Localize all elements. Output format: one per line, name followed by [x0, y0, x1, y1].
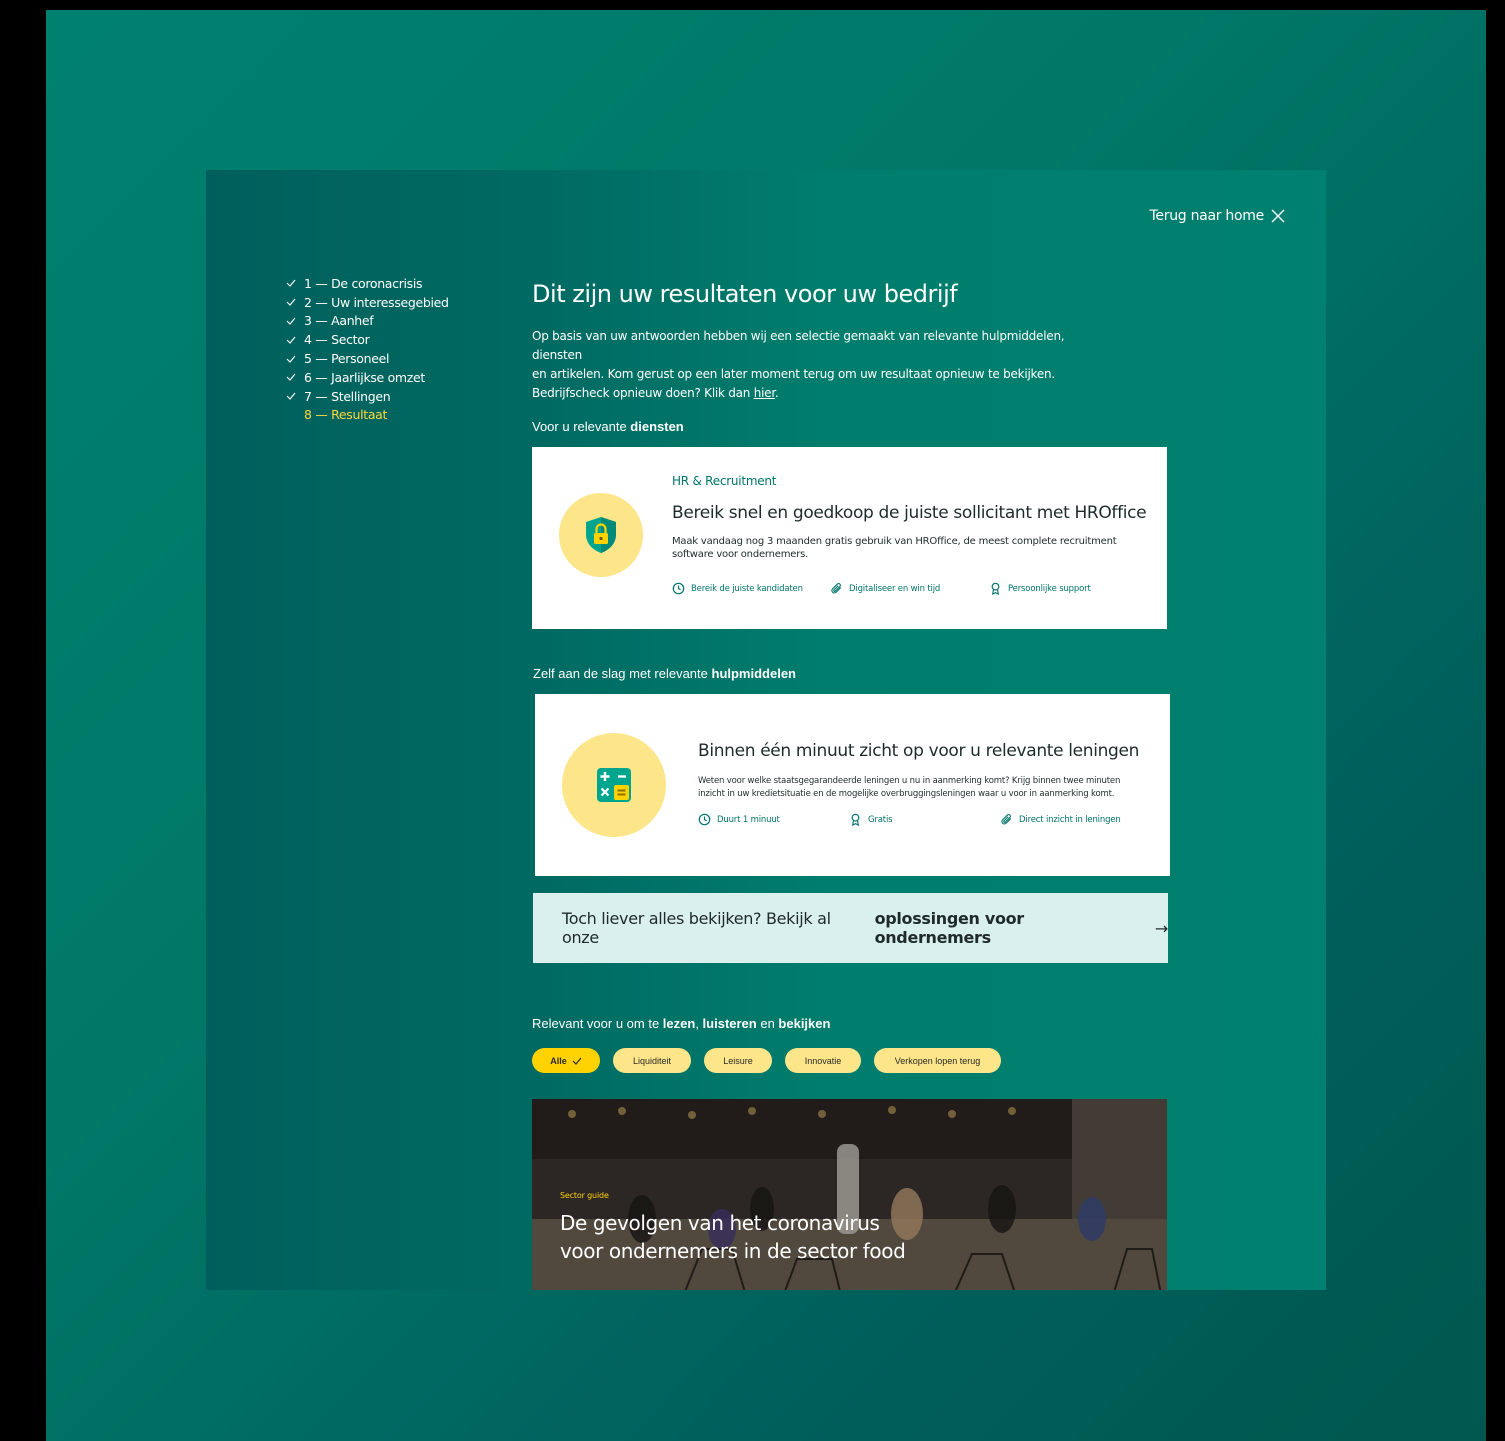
feature-item: Direct inzicht in leningen	[1000, 813, 1121, 826]
chip-label: Alle	[550, 1055, 567, 1066]
services-heading-bold: diensten	[630, 419, 684, 434]
step-label: 3 — Aanhef	[304, 313, 374, 329]
step-label: 8 — Resultaat	[304, 407, 388, 423]
feature-label: Direct inzicht in leningen	[1019, 814, 1121, 825]
article-title-line: voor ondernemers in de sector food	[560, 1239, 906, 1263]
article-title: De gevolgen van het coronavirus voor ond…	[560, 1209, 940, 1265]
calculator-icon	[597, 768, 631, 802]
article-title-line: De gevolgen van het coronavirus	[560, 1211, 880, 1235]
all-solutions-cta[interactable]: Toch liever alles bekijken? Bekijk al on…	[533, 893, 1168, 963]
intro-line: Op basis van uw antwoorden hebben wij ee…	[532, 329, 1065, 362]
step-item[interactable]: 6 — Jaarlijkse omzet	[286, 368, 449, 387]
step-item[interactable]: 2 — Uw interessegebied	[286, 293, 449, 312]
content-heading-prefix: Relevant voor u om te	[532, 1016, 663, 1031]
service-description: Maak vandaag nog 3 maanden gratis gebrui…	[672, 536, 1117, 560]
content-heading-bold: lezen	[662, 1016, 696, 1031]
tools-heading: Zelf aan de slag met relevante hulpmidde…	[533, 666, 796, 681]
content-heading-sep: en	[756, 1016, 779, 1031]
filter-chip-alle[interactable]: Alle	[532, 1048, 600, 1073]
feature-item: Gratis	[849, 813, 893, 826]
close-icon	[1271, 209, 1285, 223]
chip-label: Innovatie	[804, 1055, 842, 1066]
chip-label: Verkopen lopen terug	[894, 1055, 981, 1066]
back-home-label: Terug naar home	[1149, 208, 1265, 224]
intro-text: Op basis van uw antwoorden hebben wij ee…	[532, 327, 1092, 403]
step-label: 1 — De coronacrisis	[304, 275, 423, 291]
step-item[interactable]: 5 — Personeel	[286, 349, 449, 368]
shield-lock-icon	[586, 517, 616, 553]
check-icon	[286, 316, 304, 326]
check-icon	[286, 354, 304, 364]
feature-label: Duurt 1 minuut	[717, 814, 780, 825]
clock-icon	[672, 582, 685, 595]
services-heading-prefix: Voor u relevante	[532, 419, 631, 434]
feature-label: Gratis	[868, 814, 893, 825]
step-item[interactable]: 4 — Sector	[286, 330, 449, 349]
check-icon	[286, 335, 304, 345]
step-item[interactable]: 3 — Aanhef	[286, 312, 449, 331]
restart-check-link[interactable]: hier	[754, 386, 775, 400]
step-list: 1 — De coronacrisis 2 — Uw interessegebi…	[286, 274, 449, 424]
filter-chip-leisure[interactable]: Leisure	[704, 1048, 772, 1073]
article-kicker: Sector guide	[560, 1191, 609, 1200]
tools-heading-bold: hulpmiddelen	[711, 666, 797, 681]
tool-card[interactable]: Binnen één minuut zicht op voor u releva…	[535, 694, 1170, 876]
feature-label: Digitaliseer en win tijd	[849, 583, 941, 594]
content-heading: Relevant voor u om te lezen, luisteren e…	[532, 1016, 830, 1031]
cta-link-text: oplossingen voor ondernemers	[874, 909, 1025, 947]
icon-badge	[562, 733, 666, 837]
clock-icon	[698, 813, 711, 826]
arrow-right-icon: →	[1154, 918, 1168, 938]
main-content: Dit zijn uw resultaten voor uw bedrijf O…	[532, 278, 1172, 403]
filter-chips: Alle Liquiditeit Leisure Innovatie Verko…	[532, 1048, 1001, 1073]
intro-end: .	[774, 386, 779, 400]
award-icon	[851, 813, 860, 826]
step-label: 4 — Sector	[304, 332, 370, 348]
back-home-link[interactable]: Terug naar home	[1150, 208, 1286, 224]
content-heading-sep: ,	[695, 1016, 703, 1031]
step-item-current: 8 — Resultaat	[286, 406, 449, 425]
service-title[interactable]: Bereik snel en goedkoop de juiste sollic…	[672, 503, 1147, 523]
cta-prefix: Toch liever alles bekijken? Bekijk al on…	[562, 909, 831, 947]
icon-badge	[559, 493, 643, 577]
intro-line: en artikelen. Kom gerust op een later mo…	[532, 367, 1055, 381]
feature-label: Persoonlijke support	[1008, 583, 1091, 594]
tool-description: Weten voor welke staatsgegarandeerde len…	[698, 776, 1121, 799]
step-label: 7 — Stellingen	[304, 388, 391, 404]
chip-label: Leisure	[723, 1055, 753, 1066]
step-item[interactable]: 1 — De coronacrisis	[286, 274, 449, 293]
check-icon	[572, 1057, 582, 1065]
intro-line: Bedrijfscheck opnieuw doen? Klik dan	[532, 386, 754, 400]
check-icon	[286, 278, 304, 288]
content-heading-bold: luisteren	[702, 1016, 757, 1031]
article-card[interactable]: Sector guide De gevolgen van het coronav…	[532, 1099, 1167, 1290]
page-title: Dit zijn uw resultaten voor uw bedrijf	[532, 280, 958, 308]
feature-item: Persoonlijke support	[989, 582, 1091, 595]
tools-heading-prefix: Zelf aan de slag met relevante	[533, 666, 712, 681]
feature-item: Duurt 1 minuut	[698, 813, 780, 826]
service-category: HR & Recruitment	[672, 474, 777, 488]
paperclip-icon	[1001, 814, 1012, 825]
services-heading: Voor u relevante diensten	[532, 419, 684, 434]
step-label: 5 — Personeel	[304, 351, 390, 367]
filter-chip-verkopen[interactable]: Verkopen lopen terug	[874, 1048, 1001, 1073]
chip-label: Liquiditeit	[632, 1055, 672, 1066]
filter-chip-liquiditeit[interactable]: Liquiditeit	[613, 1048, 691, 1073]
check-icon	[286, 391, 304, 401]
service-card[interactable]: HR & Recruitment Bereik snel en goedkoop…	[532, 447, 1167, 629]
content-heading-bold: bekijken	[778, 1016, 831, 1031]
step-label: 6 — Jaarlijkse omzet	[304, 369, 425, 385]
check-icon	[286, 372, 304, 382]
feature-item: Bereik de juiste kandidaten	[672, 582, 803, 595]
paperclip-icon	[831, 583, 842, 594]
tool-title[interactable]: Binnen één minuut zicht op voor u releva…	[698, 741, 1139, 761]
feature-label: Bereik de juiste kandidaten	[691, 583, 803, 594]
step-item[interactable]: 7 — Stellingen	[286, 387, 449, 406]
award-icon	[991, 582, 1000, 595]
results-page: Terug naar home 1 — De coronacrisis 2 — …	[206, 170, 1326, 1290]
filter-chip-innovatie[interactable]: Innovatie	[785, 1048, 861, 1073]
step-label: 2 — Uw interessegebied	[304, 294, 449, 310]
check-icon	[286, 297, 304, 307]
feature-item: Digitaliseer en win tijd	[830, 582, 940, 595]
